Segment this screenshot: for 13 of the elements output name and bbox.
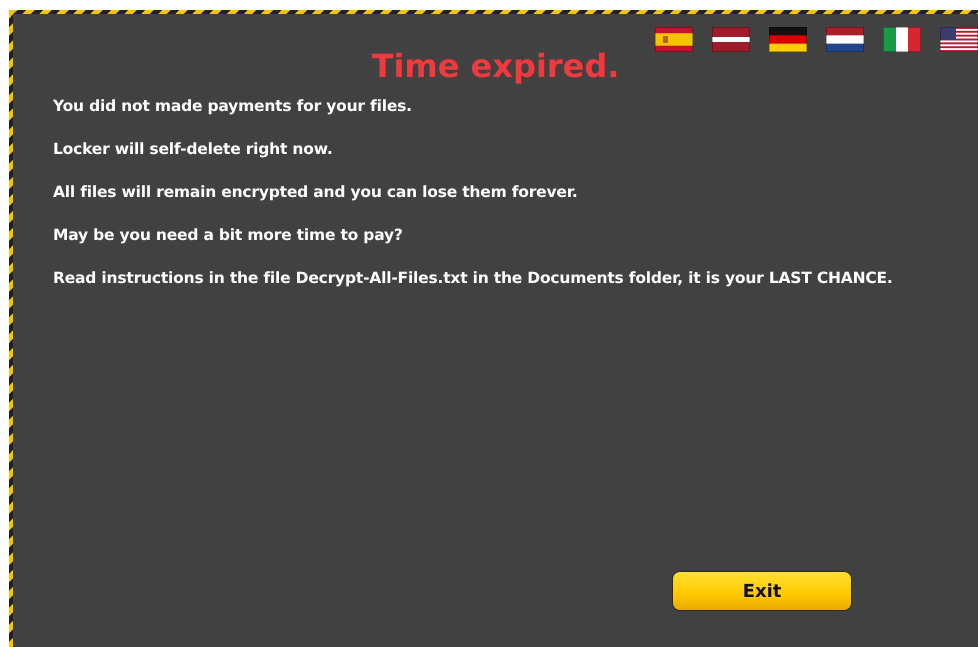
- title-text: Time expired.: [370, 48, 620, 84]
- flag-button[interactable]: [883, 27, 921, 52]
- message-text: Locker will self-delete right now.: [53, 139, 334, 160]
- flag-button[interactable]: [655, 27, 693, 52]
- exit-button[interactable]: Exit: [672, 571, 852, 611]
- message-text: May be you need a bit more time to pay?: [53, 225, 404, 246]
- message-text: You did not made payments for your files.: [53, 96, 413, 117]
- flag-button[interactable]: [940, 27, 978, 52]
- message-text: All files will remain encrypted and you can lose them forever.: [53, 182, 579, 203]
- message-text: Read instructions in the file Decrypt-All-Files.txt in the Documents folder, it is your LAST CHANCE.: [53, 268, 894, 289]
- flag-button[interactable]: [712, 27, 750, 52]
- flag-button[interactable]: [826, 27, 864, 52]
- flag-button[interactable]: [769, 27, 807, 52]
